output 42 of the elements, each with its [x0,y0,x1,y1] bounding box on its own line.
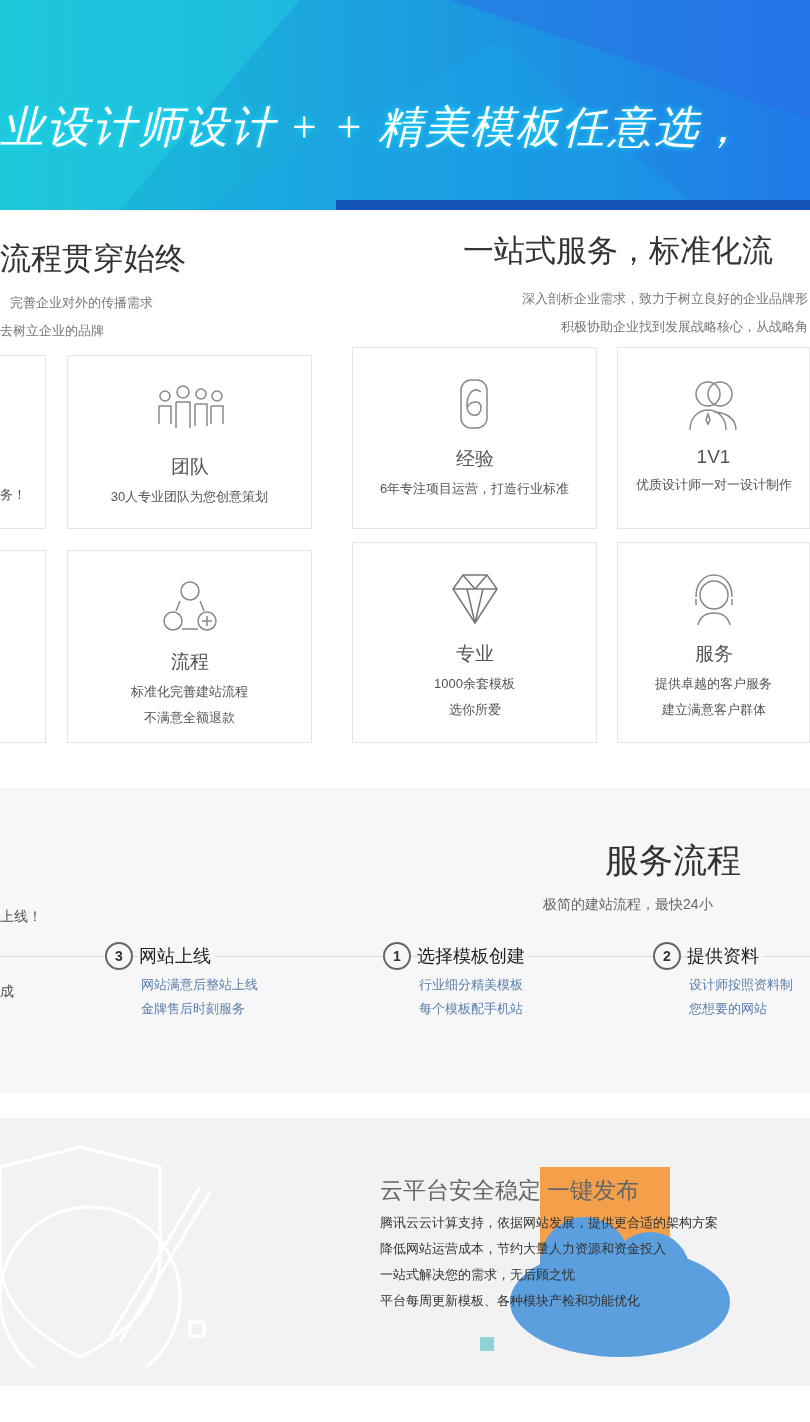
card-title: 1V1 [696,446,731,468]
section-subtitle: 极简的建站流程，最快24小 [543,896,714,914]
card-text: 30人专业团队为您创意策划 [110,488,269,506]
intro-text: 去树立企业的品牌 [0,322,105,340]
intro-text: 深入剖析企业需求，致力于树立良好的企业品牌形 [521,290,808,308]
intro-text: 积极协助企业找到发展战略核心，从战略角 [560,318,808,336]
process-text: 上线！ [0,908,42,926]
card-title: 经验 [455,447,494,471]
step-text: 每个模板配手机站 [419,1000,524,1018]
card-text: 务！ [0,486,26,504]
banner-title: 业设计师设计 + + 精美模板任意选， [0,102,747,154]
intro-text: 完善企业对外的传播需求 [10,294,154,312]
card-title: 服务 [694,642,733,666]
section-heading: 一站式服务，标准化流 [463,232,774,270]
cloud-text: 平台每周更新模板、各种模块产检和功能优化 [380,1291,641,1310]
card-text: 建立满意客户群体 [661,701,766,719]
card-text: 标准化完善建站流程 [131,683,248,701]
step-number: 3 [105,942,133,970]
card-text: 1000余套模板 [434,675,515,693]
section-heading: 流程贯穿始终 [0,240,186,278]
process-text: 成 [0,983,14,1001]
step-number: 2 [653,942,681,970]
step-title: 网站上线 [139,944,215,968]
card-title: 流程 [170,650,209,674]
card-text: 选你所爱 [448,701,501,719]
section-heading: 云平台安全稳定 一键发布 [380,1175,641,1205]
step-text: 金牌售后时刻服务 [141,1000,246,1018]
card-text: 提供卓越的客户服务 [655,675,772,693]
card-text: 优质设计师一对一设计制作 [635,476,792,494]
step-text: 设计师按照资料制 [689,976,794,994]
card-title: 专业 [455,642,494,666]
card-title: 团队 [170,455,209,479]
card-text: 不满意全额退款 [144,709,235,727]
card-text: 6年专注项目运营，打造行业标准 [379,480,570,498]
step-text: 您想要的网站 [689,1000,768,1018]
step-number: 1 [383,942,411,970]
step-title: 提供资料 [687,944,763,968]
step-text: 行业细分精美模板 [419,976,524,994]
section-heading: 服务流程 [605,840,742,881]
cloud-text: 一站式解决您的需求，无后顾之忧 [380,1265,576,1284]
step-text: 网站满意后整站上线 [141,976,259,994]
step-title: 选择模板创建 [417,944,529,968]
